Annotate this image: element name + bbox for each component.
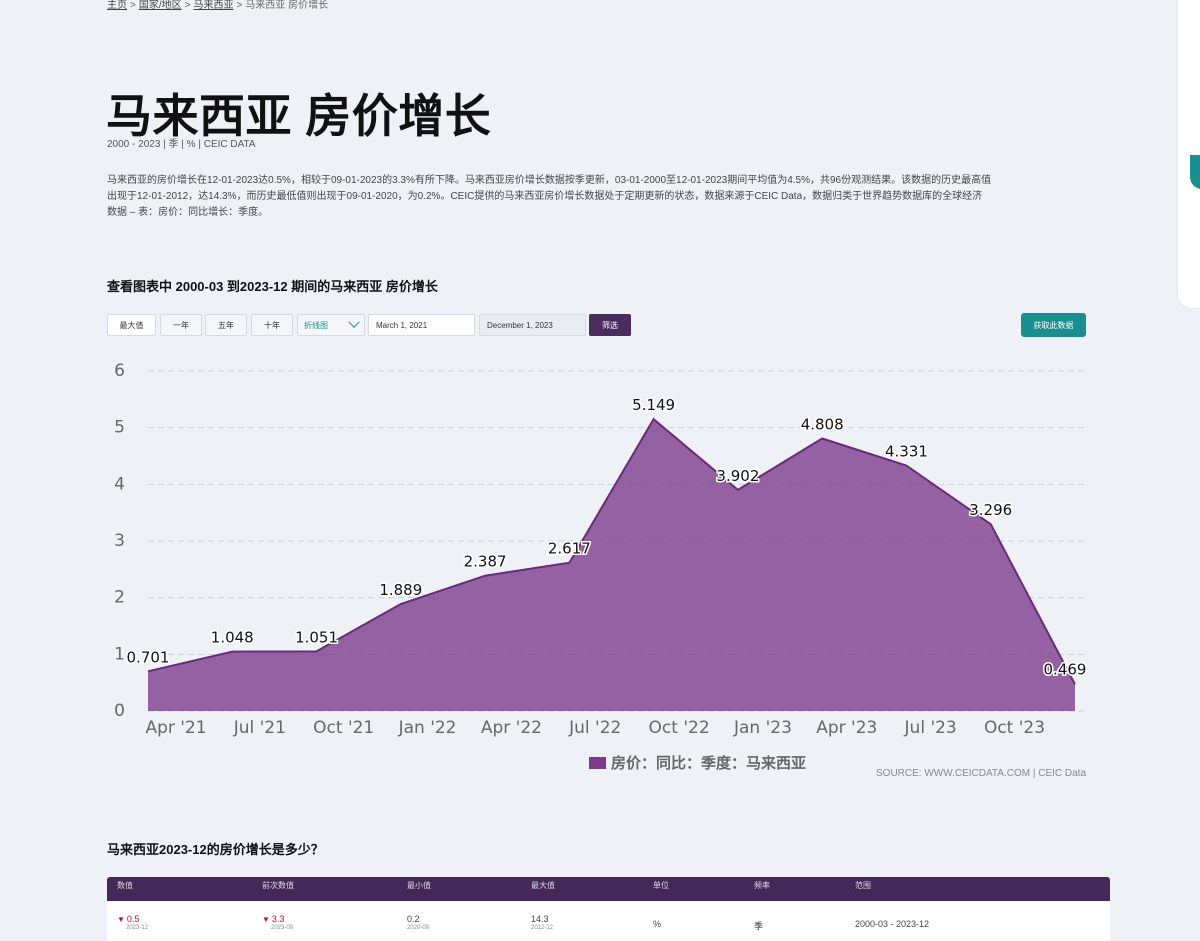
range-text: 2000-03 - 2023-12 xyxy=(855,919,930,929)
chart-type-value: 折线图 xyxy=(304,320,328,330)
breadcrumb-home-link[interactable]: 主页 xyxy=(107,0,127,11)
chart-section-title: 查看图表中 2000-03 到2023-12 期间的马来西亚 房价增长 xyxy=(107,279,438,294)
x-tick-label: Apr '23 xyxy=(816,718,877,738)
y-tick-label: 4 xyxy=(114,474,125,494)
y-axis-ticks: 0 1 2 3 4 5 6 xyxy=(114,361,125,721)
range-max-button[interactable]: 最大值 xyxy=(107,314,156,336)
x-tick-label: Oct '23 xyxy=(984,718,1045,738)
get-data-button[interactable]: 获取此数据 xyxy=(1021,313,1086,337)
cell-frequency: 季 xyxy=(754,919,763,932)
value-text: 0.5 xyxy=(126,914,140,924)
cell-unit: % xyxy=(653,919,661,929)
down-arrow-icon: ▼ xyxy=(117,915,125,924)
x-tick-label: Oct '22 xyxy=(649,718,710,738)
y-tick-label: 5 xyxy=(114,418,125,438)
end-date-input[interactable]: December 1, 2023 xyxy=(479,314,586,336)
data-label: 1.048 xyxy=(211,629,254,647)
max-date: 2012-12 xyxy=(531,925,554,931)
side-panel xyxy=(1178,0,1200,308)
y-tick-label: 0 xyxy=(114,701,125,721)
column-header: 单位 xyxy=(653,881,669,890)
side-panel-tab[interactable] xyxy=(1190,155,1200,189)
breadcrumb-separator: > xyxy=(184,0,191,11)
cell-max: 14.3 2012-12 xyxy=(531,914,553,931)
data-label: 2.387 xyxy=(464,553,507,571)
column-header: 范围 xyxy=(855,881,871,890)
breadcrumb-current: 马来西亚 房价增长 xyxy=(245,0,329,11)
x-tick-label: Jan '22 xyxy=(398,718,457,738)
cell-min: 0.2 2020-09 xyxy=(407,914,429,931)
series-description: 马来西亚的房价增长在12-01-2023达0.5%，相较于09-01-2023的… xyxy=(107,175,992,218)
previous-text: 3.3 xyxy=(271,914,285,924)
range-10y-button[interactable]: 十年 xyxy=(251,314,293,336)
y-tick-label: 2 xyxy=(114,588,125,608)
data-label: 1.051 xyxy=(295,628,338,646)
max-text: 14.3 xyxy=(531,914,549,924)
min-text: 0.2 xyxy=(407,914,420,924)
y-tick-label: 6 xyxy=(114,361,125,381)
data-label: 0.469 xyxy=(1044,660,1087,678)
chart-legend[interactable]: 房价：同比：季度：马来西亚 xyxy=(589,754,806,772)
data-label: 3.902 xyxy=(716,467,759,485)
breadcrumb-countries-link[interactable]: 国家/地区 xyxy=(139,0,182,11)
y-tick-label: 1 xyxy=(114,644,125,664)
cell-value: ▼ 0.5 2023-12 xyxy=(117,914,148,931)
data-label: 4.808 xyxy=(801,416,844,434)
min-date: 2020-09 xyxy=(407,925,430,931)
x-tick-label: Apr '22 xyxy=(481,718,542,738)
x-tick-label: Jul '21 xyxy=(233,718,286,738)
x-axis-ticks: Apr '21 Jul '21 Oct '21 Jan '22 Apr '22 Jul '… xyxy=(145,718,1045,738)
filter-button[interactable]: 筛选 xyxy=(589,314,631,336)
chevron-down-icon xyxy=(348,316,360,328)
breadcrumb-separator: > xyxy=(236,0,243,11)
x-tick-label: Jul '22 xyxy=(568,718,621,738)
breadcrumb-separator: > xyxy=(130,0,136,11)
column-header: 最小值 xyxy=(407,881,431,890)
data-label: 0.701 xyxy=(127,648,170,666)
frequency-text: 季 xyxy=(754,921,764,931)
x-tick-label: Jul '23 xyxy=(904,718,957,738)
question-title: 马来西亚2023-12的房价增长是多少？ xyxy=(107,842,324,857)
column-header: 数值 xyxy=(117,881,133,890)
chart-type-select[interactable]: 折线图 xyxy=(297,314,365,336)
data-label: 4.331 xyxy=(885,443,928,461)
series-meta: 2000 - 2023 | 季 | % | CEIC DATA xyxy=(107,139,256,150)
data-label: 3.296 xyxy=(969,501,1012,519)
cell-previous: ▼ 3.3 2023-09 xyxy=(262,914,293,931)
cell-range: 2000-03 - 2023-12 xyxy=(855,919,929,929)
start-date-input[interactable]: March 1, 2021 xyxy=(368,314,475,336)
unit-text: % xyxy=(653,919,662,929)
range-1y-button[interactable]: 一年 xyxy=(160,314,202,336)
column-header: 前次数值 xyxy=(262,881,294,890)
x-tick-label: Jan '23 xyxy=(733,718,792,738)
table-header: 数值 前次数值 最小值 最大值 单位 频率 范围 xyxy=(107,877,1110,901)
x-tick-label: Apr '21 xyxy=(145,718,206,738)
series-area xyxy=(148,419,1075,711)
range-5y-button[interactable]: 五年 xyxy=(205,314,247,336)
data-label: 5.149 xyxy=(632,396,675,414)
y-tick-label: 3 xyxy=(114,531,125,551)
column-header: 频率 xyxy=(754,881,770,890)
table-row: ▼ 0.5 2023-12 ▼ 3.3 2023-09 0.2 2020-09 14… xyxy=(107,901,1110,941)
legend-label: 房价：同比：季度：马来西亚 xyxy=(611,754,806,772)
breadcrumb: 主页 > 国家/地区 > 马来西亚 > 马来西亚 房价增长 xyxy=(107,0,328,11)
breadcrumb-country-link[interactable]: 马来西亚 xyxy=(193,0,233,11)
down-arrow-icon: ▼ xyxy=(262,915,270,924)
data-label: 2.617 xyxy=(548,540,591,558)
legend-swatch xyxy=(589,757,606,769)
data-label: 1.889 xyxy=(379,581,422,599)
value-date: 2023-12 xyxy=(126,925,149,931)
chart-source: SOURCE: WWW.CEICDATA.COM | CEIC Data xyxy=(876,768,1087,779)
column-header: 最大值 xyxy=(531,881,555,890)
previous-date: 2023-09 xyxy=(271,925,294,931)
x-tick-label: Oct '21 xyxy=(313,718,374,738)
area-chart: 0123456 Apr '21 Jul '21 Oct '21 Jan '22 Apr … xyxy=(114,361,1088,772)
